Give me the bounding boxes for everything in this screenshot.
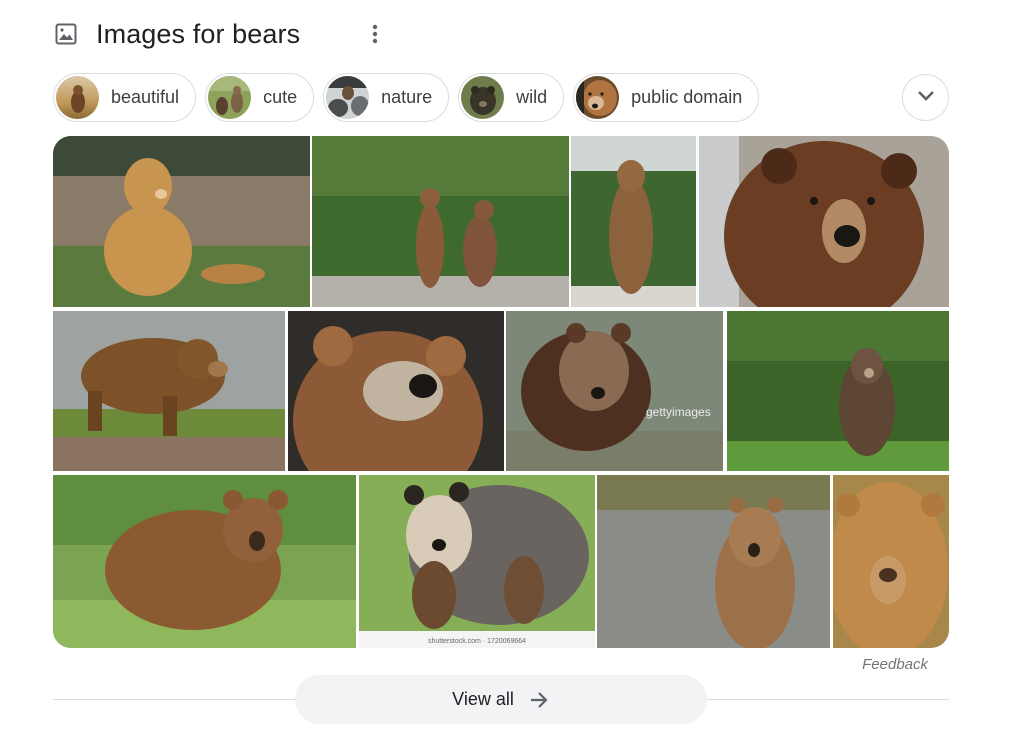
images-section-header: Images for bears bbox=[53, 16, 378, 52]
arrow-right-icon bbox=[528, 689, 550, 711]
chip-label: public domain bbox=[631, 87, 743, 107]
watermark-caption: shutterstock.com · 1720069664 bbox=[428, 638, 526, 645]
bear-in-field-thumbnail bbox=[56, 76, 99, 119]
section-title: Images for bears bbox=[96, 18, 301, 49]
image-result[interactable]: shutterstock.com · 1720069664 bbox=[359, 475, 595, 648]
image-result[interactable]: gettyimages bbox=[506, 311, 723, 471]
image-result[interactable] bbox=[312, 136, 569, 307]
chip-beautiful[interactable]: beautiful bbox=[53, 73, 197, 122]
image-icon bbox=[53, 21, 79, 47]
chip-public-domain[interactable]: public domain bbox=[573, 73, 760, 122]
image-result[interactable] bbox=[597, 475, 830, 648]
view-all-button[interactable]: View all bbox=[295, 675, 707, 724]
image-result[interactable] bbox=[53, 311, 285, 471]
chip-label: beautiful bbox=[111, 87, 180, 107]
chevron-down-icon bbox=[917, 89, 935, 107]
expand-chips-button[interactable] bbox=[902, 74, 949, 121]
chip-label: wild bbox=[516, 87, 548, 107]
bear-cubs-thumbnail bbox=[208, 76, 252, 119]
image-result[interactable] bbox=[53, 475, 356, 648]
image-grid: gettyimages shutterstock.com · 172006966… bbox=[53, 136, 949, 648]
image-result[interactable] bbox=[833, 475, 949, 648]
chip-label: nature bbox=[381, 87, 433, 107]
bear-in-waterfall-thumbnail bbox=[326, 76, 370, 119]
refinement-chips: beautiful cute nature wild public domain bbox=[53, 73, 760, 123]
more-vert-icon[interactable] bbox=[363, 22, 387, 46]
image-result[interactable] bbox=[53, 136, 310, 307]
image-result[interactable] bbox=[288, 311, 504, 471]
bear-face-thumbnail bbox=[576, 76, 620, 119]
feedback-link[interactable]: Feedback bbox=[862, 656, 928, 673]
view-all-label: View all bbox=[452, 689, 514, 709]
image-result[interactable] bbox=[727, 311, 949, 471]
chip-label: cute bbox=[263, 87, 298, 107]
watermark: gettyimages bbox=[646, 405, 711, 419]
chip-wild[interactable]: wild bbox=[458, 73, 565, 122]
image-result[interactable] bbox=[699, 136, 949, 307]
image-result[interactable] bbox=[571, 136, 696, 307]
dark-bear-thumbnail bbox=[461, 76, 505, 119]
chip-cute[interactable]: cute bbox=[205, 73, 315, 122]
chip-nature[interactable]: nature bbox=[323, 73, 450, 122]
